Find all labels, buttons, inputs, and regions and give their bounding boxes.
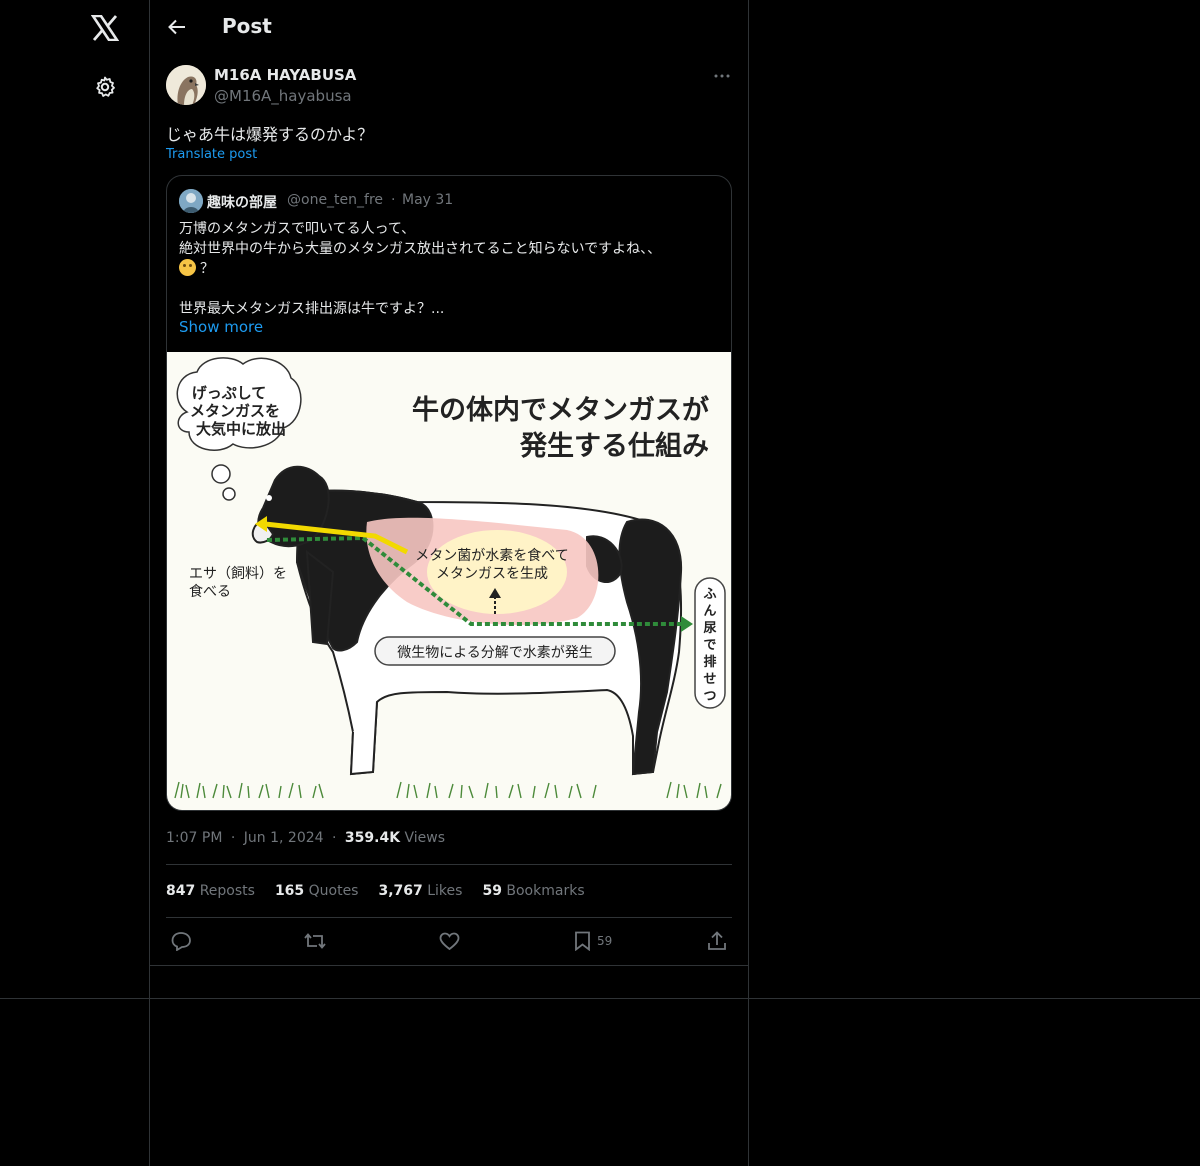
post-date[interactable]: Jun 1, 2024 — [244, 830, 324, 846]
more-horizontal-icon[interactable] — [712, 66, 732, 86]
excrete-label-char: 排 — [703, 654, 716, 670]
action-bar: 59 — [150, 928, 749, 954]
quoted-author-handle: @one_ten_fre — [287, 192, 384, 208]
divider — [166, 864, 732, 865]
bubble-text-line: 大気中に放出 — [196, 420, 286, 438]
header: Post — [150, 0, 749, 56]
quoted-text-line: 絶対世界中の牛から大量のメタンガス放出されてること知らないですよね、、 — [179, 241, 662, 257]
post-text: じゃあ牛は爆発するのかよ？ — [166, 125, 374, 144]
translate-post-link[interactable]: Translate post — [166, 147, 257, 162]
excrete-label-char: ん — [703, 604, 716, 619]
heart-icon[interactable] — [439, 928, 460, 954]
divider — [150, 965, 749, 966]
feed-label-line: エサ（飼料）を — [189, 566, 287, 582]
quoted-text-line: 世界最大メタンガス排出源は牛ですよ？... — [179, 301, 445, 317]
quotes-stat[interactable]: 165 Quotes — [275, 883, 359, 899]
reply-icon[interactable] — [171, 928, 192, 954]
quoted-date: May 31 — [402, 192, 454, 208]
bubble-text-line: メタンガスを — [190, 402, 280, 420]
show-more-link[interactable]: Show more — [179, 318, 263, 336]
grass-icon — [174, 781, 722, 799]
quoted-post[interactable]: 趣味の部屋 @one_ten_fre · May 31 万博のメタンガスで叩いて… — [166, 175, 732, 811]
quoted-text-line: ？ — [179, 258, 214, 278]
bookmark-icon[interactable]: 59 — [574, 928, 612, 954]
engagement-stats: 847 Reposts 165 Quotes 3,767 Likes 59 Bo… — [166, 883, 585, 899]
left-rail — [0, 0, 150, 1166]
microbes-label: 微生物による分解で水素が発生 — [397, 645, 593, 661]
excrete-label-char: ふ — [703, 587, 716, 602]
views-label: Views — [404, 830, 446, 846]
divider — [166, 917, 732, 918]
excrete-label-char: 尿 — [703, 621, 716, 636]
main-column: Post M16A HAYABUSA @M16A_hayabusa じゃあ牛は爆… — [150, 0, 749, 1166]
excrete-label-char: つ — [703, 689, 716, 704]
author-handle[interactable]: @M16A_hayabusa — [214, 87, 352, 105]
quoted-avatar — [179, 189, 203, 213]
bubble-text-line: げっぷして — [192, 384, 267, 402]
quoted-text-line: 万博のメタンガスで叩いてる人って、 — [179, 221, 416, 237]
excrete-label-char: せ — [703, 672, 716, 687]
separator-dot: · — [391, 192, 396, 208]
likes-stat[interactable]: 3,767 Likes — [378, 883, 462, 899]
image-title-line: 発生する仕組み — [519, 430, 709, 462]
quoted-text-fragment: ？ — [200, 261, 214, 277]
bacteria-label-line: メタン菌が水素を食べて — [415, 547, 568, 564]
gear-icon[interactable] — [92, 74, 118, 100]
separator-dot: · — [332, 830, 337, 846]
author-name[interactable]: M16A HAYABUSA — [214, 66, 356, 84]
views-count: 359.4K — [344, 830, 401, 846]
excrete-label-char: で — [703, 638, 716, 653]
bacteria-label-line: メタンガスを生成 — [436, 566, 548, 582]
separator-dot: · — [230, 830, 236, 846]
image-title-line: 牛の体内でメタンガスが — [412, 394, 709, 426]
avatar[interactable] — [166, 65, 206, 105]
share-icon[interactable] — [707, 928, 727, 954]
bookmarks-stat[interactable]: 59 Bookmarks — [482, 883, 584, 899]
repost-icon[interactable] — [303, 928, 327, 954]
post-time[interactable]: 1:07 PM — [166, 830, 222, 846]
post-meta: 1:07 PM · Jun 1, 2024 · 359.4K Views — [166, 830, 445, 846]
bookmark-count: 59 — [597, 934, 613, 948]
divider — [0, 998, 1200, 999]
reposts-stat[interactable]: 847 Reposts — [166, 883, 255, 899]
feed-label-line: 食べる — [189, 583, 231, 600]
quoted-image[interactable]: げっぷして メタンガスを 大気中に放出 牛の体内でメタンガスが 発生する仕組み — [167, 352, 731, 810]
x-logo-icon[interactable] — [89, 12, 121, 44]
back-arrow-icon[interactable] — [164, 14, 190, 40]
thinking-face-emoji-icon — [179, 259, 196, 276]
page-title: Post — [222, 14, 272, 38]
quoted-author-name: 趣味の部屋 — [207, 195, 277, 211]
